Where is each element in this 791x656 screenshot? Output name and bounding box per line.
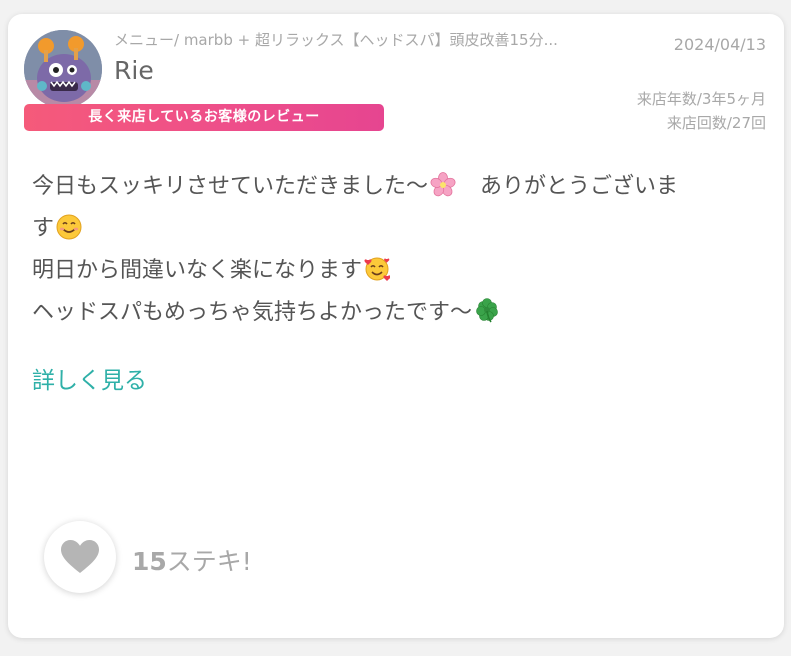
- review-date: 2024/04/13: [673, 35, 766, 54]
- like-count-number: 15: [132, 547, 167, 576]
- like-button[interactable]: [44, 521, 116, 593]
- loyal-customer-badge: 長く来店しているお客様のレビュー: [24, 104, 384, 131]
- like-count-label: ステキ!: [166, 547, 252, 576]
- four-leaf-clover-icon: [474, 298, 500, 324]
- visit-count: 来店回数/27回: [666, 114, 766, 132]
- review-line: す: [32, 208, 762, 250]
- review-card: メニュー/ marbb + 超リラックス【ヘッドスパ】頭皮改善15分... Ri…: [8, 14, 784, 638]
- review-line: ヘッドスパもめっちゃ気持ちよかったです〜: [32, 292, 762, 334]
- smiling-face-icon: [56, 214, 82, 240]
- avatar[interactable]: [24, 30, 102, 108]
- review-text: 今日もスッキリさせていただきました〜: [32, 174, 429, 199]
- like-count: 15ステキ!: [132, 542, 252, 578]
- review-line: 今日もスッキリさせていただきました〜 ありがとうございま: [32, 166, 762, 208]
- review-body: 今日もスッキリさせていただきました〜 ありがとうございま す 明日から間違いなく…: [32, 166, 762, 334]
- review-text: ありがとうございま: [458, 174, 679, 199]
- cherry-blossom-icon: [430, 172, 456, 198]
- review-line: 明日から間違いなく楽になります: [32, 250, 762, 292]
- read-more-link[interactable]: 詳しく見る: [32, 361, 147, 395]
- heart-icon: [61, 540, 99, 573]
- reviewer-name: Rie: [114, 56, 154, 85]
- visit-years: 来店年数/3年5ヶ月: [636, 90, 766, 108]
- review-text: ヘッドスパもめっちゃ気持ちよかったです〜: [32, 300, 473, 325]
- smiling-face-with-hearts-icon: [364, 256, 391, 282]
- review-text: す: [32, 216, 55, 241]
- monster-plush-avatar-icon: [24, 30, 102, 108]
- review-text: 明日から間違いなく楽になります: [32, 258, 363, 283]
- menu-name: メニュー/ marbb + 超リラックス【ヘッドスパ】頭皮改善15分...: [114, 31, 558, 49]
